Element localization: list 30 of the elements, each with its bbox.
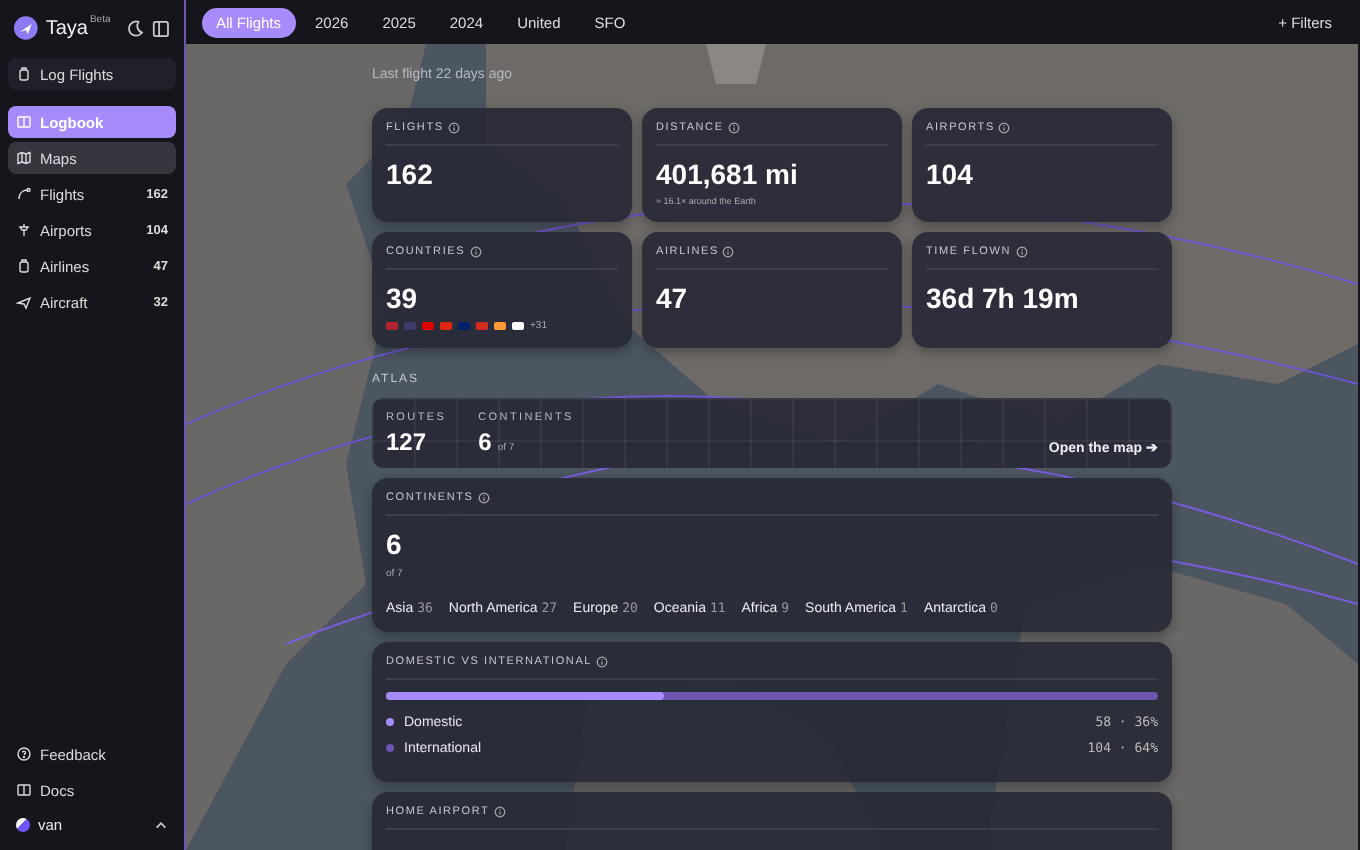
stat-value: 401,681 mi: [656, 158, 800, 190]
moon-icon[interactable]: [126, 19, 145, 37]
info-icon[interactable]: [722, 246, 735, 258]
stat-value: 36d 7h 19m: [926, 282, 1081, 314]
stat-value: 39: [386, 282, 420, 314]
logo-icon: [14, 16, 38, 40]
info-icon[interactable]: [477, 492, 490, 504]
info-icon[interactable]: [998, 122, 1011, 134]
route-icon: [16, 186, 32, 202]
metric-value: 127: [386, 428, 429, 456]
info-icon[interactable]: [596, 656, 609, 668]
help-icon: [16, 746, 32, 762]
luggage-icon: [16, 258, 32, 274]
info-icon[interactable]: [493, 806, 506, 818]
stat-value: 47: [656, 282, 690, 314]
info-icon[interactable]: [447, 122, 460, 134]
tower-icon: [16, 222, 32, 238]
stat-value: 104: [926, 158, 975, 190]
map-icon: [16, 150, 32, 166]
info-icon[interactable]: [469, 246, 482, 258]
info-icon[interactable]: [1015, 246, 1028, 258]
continents-value: 6: [386, 528, 404, 560]
plane-icon: [16, 294, 32, 310]
app-name: Taya: [45, 17, 88, 39]
avatar[interactable]: [16, 817, 30, 831]
luggage-icon: [16, 66, 32, 82]
info-icon[interactable]: [727, 122, 740, 134]
chevron-icon[interactable]: [154, 817, 168, 831]
stat-value: 162: [386, 158, 435, 190]
sidebar-toggle-icon[interactable]: [152, 19, 170, 37]
